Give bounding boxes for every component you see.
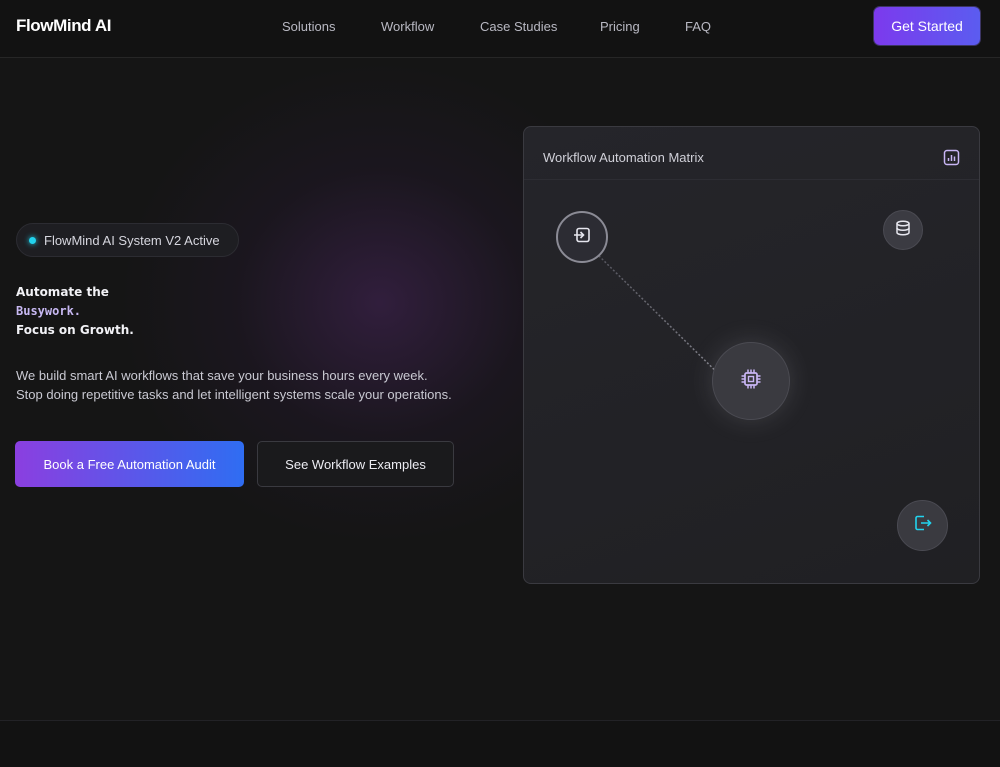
ai-core-node[interactable] [712, 342, 790, 420]
database-node[interactable] [883, 210, 923, 250]
nav-links: Solutions Workflow Case Studies Pricing … [0, 19, 1000, 35]
see-examples-button[interactable]: See Workflow Examples [257, 441, 454, 487]
input-node[interactable] [556, 211, 608, 263]
hero-subtext-line-1: We build smart AI workflows that save yo… [16, 368, 428, 383]
status-dot-icon [29, 236, 36, 244]
nav-link-workflow[interactable]: Workflow [381, 19, 434, 34]
hero-headline: Automate the Busywork. Focus on Growth. [16, 283, 134, 340]
get-started-button[interactable]: Get Started [874, 7, 980, 45]
headline-line-1: Automate the [16, 285, 109, 299]
cpu-chip-icon [740, 368, 762, 395]
status-badge: FlowMind AI System V2 Active [16, 223, 239, 257]
status-badge-label: FlowMind AI System V2 Active [44, 232, 220, 248]
sign-out-icon [913, 513, 933, 538]
hero-subtext: We build smart AI workflows that save yo… [16, 366, 496, 404]
hero-subtext-line-2: Stop doing repetitive tasks and let inte… [16, 387, 452, 402]
headline-line-3: Focus on Growth. [16, 323, 134, 337]
nav-link-pricing[interactable]: Pricing [600, 19, 640, 34]
nav-link-case-studies[interactable]: Case Studies [480, 19, 557, 34]
top-navigation: FlowMind AI Solutions Workflow Case Stud… [0, 0, 1000, 58]
workflow-matrix-panel: Workflow Automation Matrix [523, 126, 980, 584]
headline-accent: Busywork. [16, 304, 82, 318]
nav-link-solutions[interactable]: Solutions [282, 19, 335, 34]
nav-link-faq[interactable]: FAQ [685, 19, 711, 34]
database-icon [894, 219, 912, 242]
sign-in-icon [572, 225, 592, 250]
output-node[interactable] [897, 500, 948, 551]
book-audit-button[interactable]: Book a Free Automation Audit [15, 441, 244, 487]
next-section-edge [0, 720, 1000, 767]
